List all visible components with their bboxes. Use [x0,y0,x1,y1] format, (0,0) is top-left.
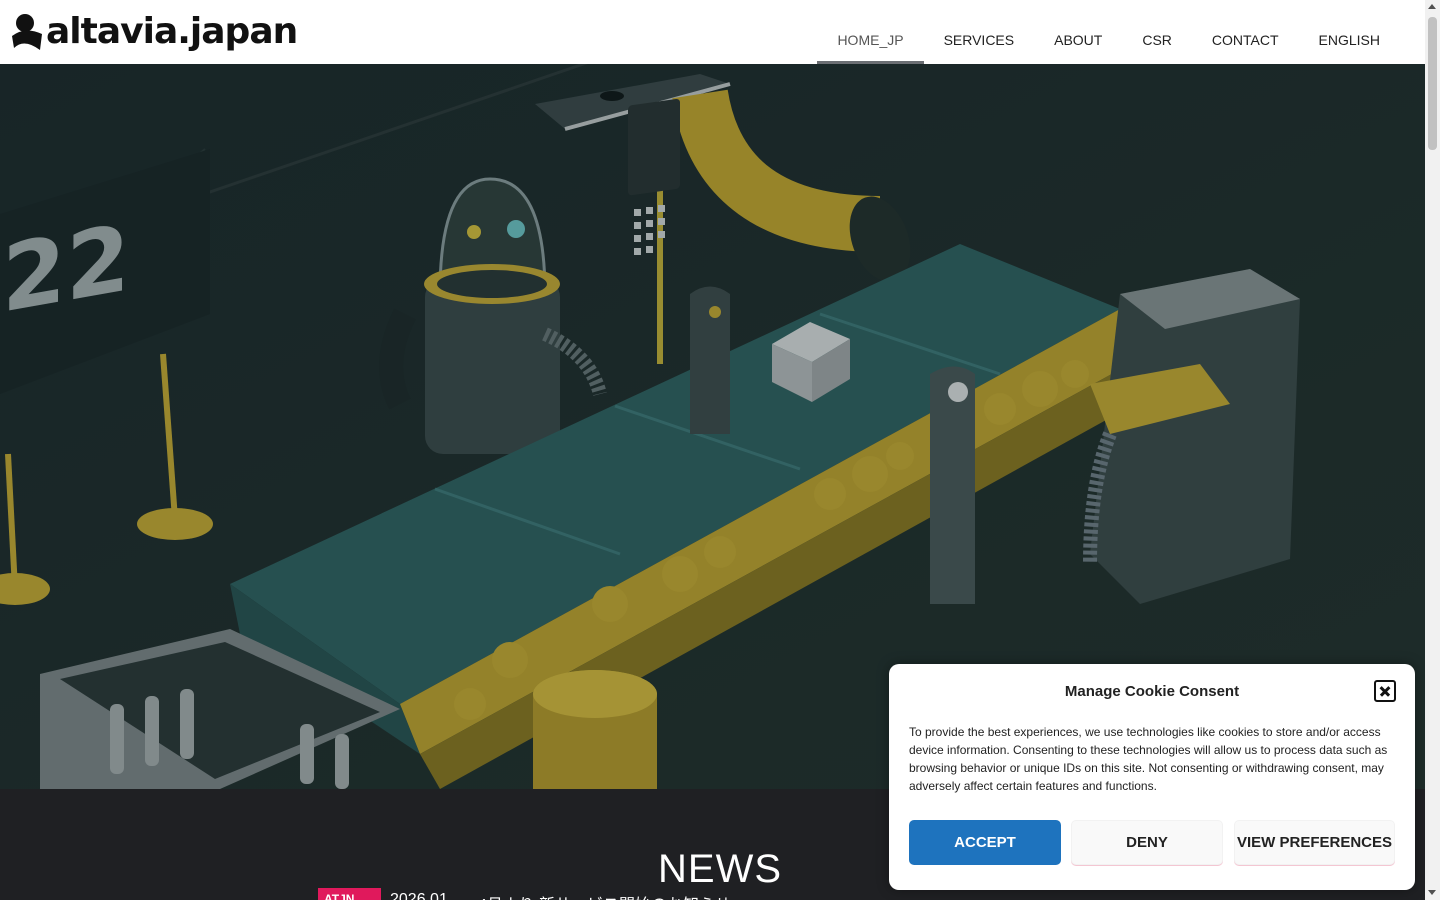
scroll-down-icon[interactable] [1428,890,1436,895]
news-item-link[interactable]: 4月より 新サービス開始のお知らせ [478,891,731,900]
cookie-dialog-body: To provide the best experiences, we use … [909,725,1388,793]
nav-item-csr[interactable]: CSR [1122,0,1192,64]
logo-text: altavia.japan [46,11,298,52]
page-scrollbar[interactable] [1425,0,1440,900]
scroll-thumb[interactable] [1428,17,1437,150]
news-title: NEWS [658,847,782,891]
news-badge: ATJN [318,888,381,900]
nav-item-contact[interactable]: CONTACT [1192,0,1299,64]
news-date: 2026.01 [390,891,448,900]
logo-mark-icon [12,14,42,50]
view-preferences-button[interactable]: VIEW PREFERENCES [1234,820,1395,865]
site-logo[interactable]: altavia.japan [10,8,298,56]
cookie-dialog-title: Manage Cookie Consent [1064,683,1240,700]
nav-item-about[interactable]: ABOUT [1034,0,1122,64]
deny-button[interactable]: DENY [1071,820,1223,865]
site-header: altavia.japan HOME_JP SERVICES ABOUT CSR… [0,0,1425,64]
close-icon[interactable] [1374,680,1396,702]
nav-item-english[interactable]: ENGLISH [1299,0,1400,64]
main-nav: HOME_JP SERVICES ABOUT CSR CONTACT ENGLI… [817,0,1400,64]
accept-button[interactable]: ACCEPT [909,820,1061,865]
scroll-up-icon[interactable] [1428,4,1436,9]
nav-item-services[interactable]: SERVICES [924,0,1035,64]
nav-item-home-jp[interactable]: HOME_JP [817,0,924,64]
cookie-consent-dialog: Manage Cookie Consent To provide the bes… [889,664,1415,890]
